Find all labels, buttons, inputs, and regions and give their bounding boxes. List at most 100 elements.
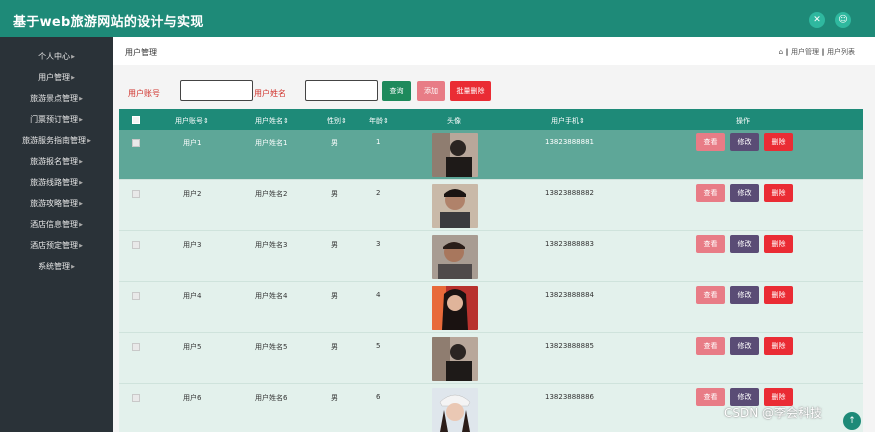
- cell-phone: 13823888886: [545, 393, 594, 401]
- cell-name: 用户姓名1: [255, 139, 288, 147]
- delete-button[interactable]: 删除: [764, 133, 793, 151]
- main-content: 用户管理 ⌂ ‖ 用户管理 ‖ 用户列表 用户账号 用户姓名 查询 添加 批量删…: [113, 37, 875, 432]
- cell-account: 用户5: [183, 343, 202, 351]
- page-header: 用户管理 ⌂ ‖ 用户管理 ‖ 用户列表: [113, 37, 875, 65]
- edit-button[interactable]: 修改: [730, 337, 759, 355]
- name-label: 用户姓名: [254, 89, 286, 98]
- cell-name: 用户姓名5: [255, 343, 288, 351]
- expand-icon[interactable]: ✕: [809, 12, 825, 28]
- caret-icon: ▶: [79, 243, 83, 249]
- cell-account: 用户6: [183, 394, 202, 402]
- cell-account: 用户3: [183, 241, 202, 249]
- table-row: 用户2 用户姓名2 男 2 13823888882 查看 修改 删除: [119, 181, 863, 231]
- scroll-top-icon[interactable]: ↑: [843, 412, 861, 430]
- view-button[interactable]: 查看: [696, 337, 725, 355]
- select-all-checkbox[interactable]: [132, 116, 140, 124]
- batch-delete-button[interactable]: 批量删除: [450, 81, 491, 101]
- edit-button[interactable]: 修改: [730, 133, 759, 151]
- cell-name: 用户姓名2: [255, 190, 288, 198]
- caret-icon: ▶: [71, 54, 75, 60]
- sidebar-item-tickets[interactable]: 门票预订管理▶: [0, 113, 113, 127]
- caret-icon: ▶: [87, 138, 91, 144]
- sidebar-item-personal-center[interactable]: 个人中心▶: [0, 50, 113, 64]
- header-actions: 操作: [736, 117, 750, 125]
- caret-icon: ▶: [71, 264, 75, 270]
- cell-gender: 男: [331, 241, 338, 249]
- view-button[interactable]: 查看: [696, 133, 725, 151]
- view-button[interactable]: 查看: [696, 286, 725, 304]
- cell-gender: 男: [331, 190, 338, 198]
- cell-account: 用户1: [183, 139, 202, 147]
- cell-phone: 13823888885: [545, 342, 594, 350]
- caret-icon: ▶: [79, 222, 83, 228]
- search-bar: 用户账号 用户姓名 查询 添加 批量删除: [113, 77, 875, 107]
- row-checkbox[interactable]: [132, 292, 140, 300]
- delete-button[interactable]: 删除: [764, 184, 793, 202]
- search-button[interactable]: 查询: [382, 81, 411, 101]
- sidebar-item-hotel-booking[interactable]: 酒店预定管理▶: [0, 239, 113, 253]
- user-table: 用户账号⇕ 用户姓名⇕ 性别⇕ 年龄⇕ 头像 用户手机⇕ 操作 用户1 用户姓名…: [119, 109, 863, 432]
- account-input[interactable]: [180, 80, 253, 101]
- cell-phone: 13823888884: [545, 291, 594, 299]
- view-button[interactable]: 查看: [696, 184, 725, 202]
- delete-button[interactable]: 删除: [764, 235, 793, 253]
- sidebar-item-user-management[interactable]: 用户管理▶: [0, 71, 113, 85]
- header-age[interactable]: 年龄⇕: [369, 116, 389, 126]
- cell-gender: 男: [331, 394, 338, 402]
- header-account[interactable]: 用户账号⇕: [175, 116, 209, 126]
- cell-account: 用户2: [183, 190, 202, 198]
- cell-age: 5: [376, 342, 381, 350]
- table-row: 用户3 用户姓名3 男 3 13823888883 查看 修改 删除: [119, 232, 863, 282]
- page-title: 用户管理: [125, 48, 157, 57]
- header-avatar: 头像: [447, 117, 461, 125]
- cell-name: 用户姓名4: [255, 292, 288, 300]
- user-icon[interactable]: ☺: [835, 12, 851, 28]
- edit-button[interactable]: 修改: [730, 286, 759, 304]
- cell-name: 用户姓名6: [255, 394, 288, 402]
- cell-age: 6: [376, 393, 381, 401]
- edit-button[interactable]: 修改: [730, 184, 759, 202]
- caret-icon: ▶: [79, 96, 83, 102]
- cell-age: 4: [376, 291, 381, 299]
- top-bar: 基于web旅游网站的设计与实现 ✕ ☺: [0, 0, 875, 37]
- delete-button[interactable]: 删除: [764, 337, 793, 355]
- row-checkbox[interactable]: [132, 394, 140, 402]
- breadcrumb[interactable]: ⌂ ‖ 用户管理 ‖ 用户列表: [779, 47, 855, 57]
- caret-icon: ▶: [79, 201, 83, 207]
- cell-age: 3: [376, 240, 381, 248]
- edit-button[interactable]: 修改: [730, 235, 759, 253]
- sidebar-item-system[interactable]: 系统管理▶: [0, 260, 113, 274]
- table-row: 用户5 用户姓名5 男 5 13823888885 查看 修改 删除: [119, 334, 863, 384]
- sidebar-item-registration[interactable]: 旅游报名管理▶: [0, 155, 113, 169]
- delete-button[interactable]: 删除: [764, 286, 793, 304]
- sidebar-item-service-guide[interactable]: 旅游服务指南管理▶: [0, 134, 113, 148]
- watermark: CSDN @李会科技: [724, 406, 823, 420]
- name-input[interactable]: [305, 80, 378, 101]
- caret-icon: ▶: [71, 75, 75, 81]
- table-row: 用户4 用户姓名4 男 4 13823888884 查看 修改 删除: [119, 283, 863, 333]
- app-title: 基于web旅游网站的设计与实现: [13, 15, 204, 30]
- cell-account: 用户4: [183, 292, 202, 300]
- header-phone[interactable]: 用户手机⇕: [551, 116, 585, 126]
- add-button[interactable]: 添加: [417, 81, 445, 101]
- avatar: [432, 388, 478, 432]
- cell-age: 2: [376, 189, 381, 197]
- view-button[interactable]: 查看: [696, 388, 725, 406]
- sidebar-item-routes[interactable]: 旅游线路管理▶: [0, 176, 113, 190]
- cell-gender: 男: [331, 139, 338, 147]
- cell-name: 用户姓名3: [255, 241, 288, 249]
- avatar: [432, 337, 478, 381]
- view-button[interactable]: 查看: [696, 235, 725, 253]
- sidebar-item-hotels[interactable]: 酒店信息管理▶: [0, 218, 113, 232]
- row-checkbox[interactable]: [132, 139, 140, 147]
- caret-icon: ▶: [79, 180, 83, 186]
- header-gender[interactable]: 性别⇕: [327, 116, 347, 126]
- account-label: 用户账号: [128, 89, 160, 98]
- header-name[interactable]: 用户姓名⇕: [255, 116, 289, 126]
- caret-icon: ▶: [79, 117, 83, 123]
- sidebar-item-guides[interactable]: 旅游攻略管理▶: [0, 197, 113, 211]
- row-checkbox[interactable]: [132, 190, 140, 198]
- row-checkbox[interactable]: [132, 343, 140, 351]
- row-checkbox[interactable]: [132, 241, 140, 249]
- sidebar-item-attractions[interactable]: 旅游景点管理▶: [0, 92, 113, 106]
